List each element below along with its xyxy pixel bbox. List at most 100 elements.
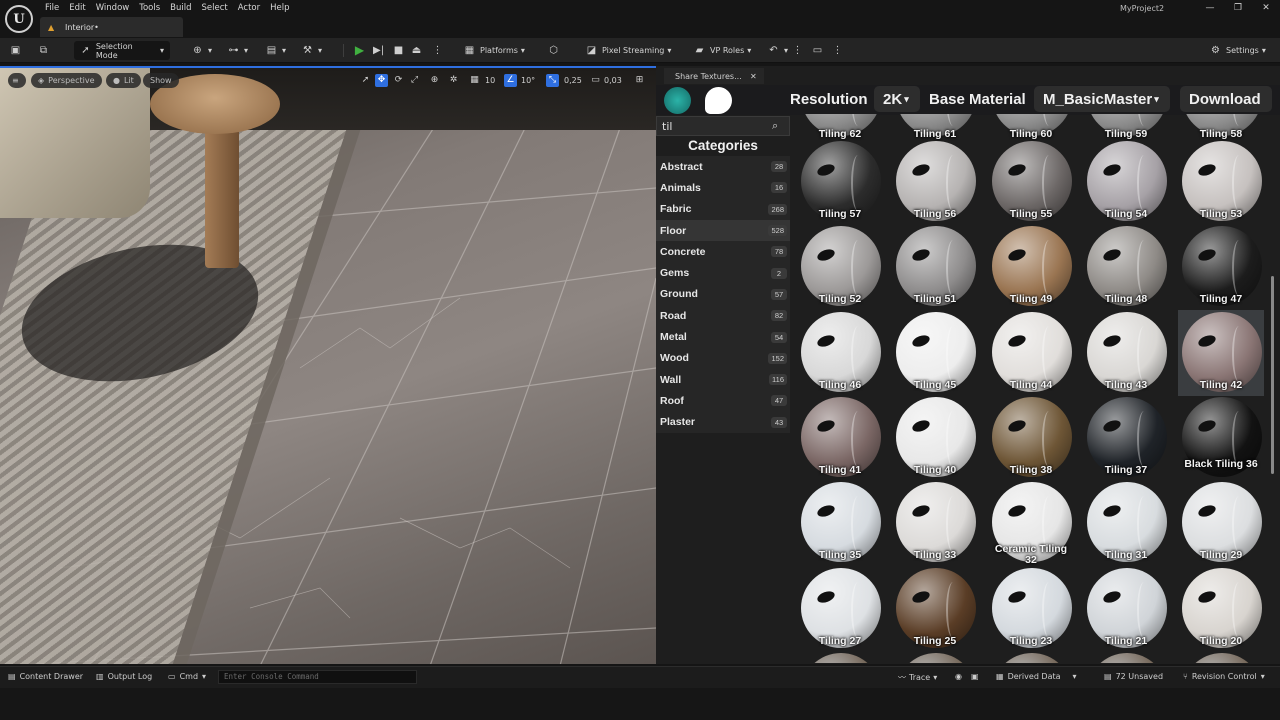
advance-frame-icon[interactable]: ▶︎| (373, 41, 389, 60)
scale-tool-icon[interactable]: ⤢ (408, 74, 421, 87)
translate-tool-icon[interactable]: ✥ (375, 74, 388, 87)
close-tab-icon[interactable]: ✕ (750, 72, 757, 81)
save-icon[interactable]: ▣ (10, 41, 26, 60)
add-actor-icon[interactable]: ⊕ ▾ (192, 41, 212, 60)
material-tile[interactable]: Tiling 48 (1083, 224, 1169, 310)
category-item[interactable]: Abstract 28 (656, 156, 790, 178)
material-tile[interactable]: Tiling 31 (1083, 480, 1169, 566)
category-item[interactable]: Wall 116 (656, 368, 790, 391)
menu-build[interactable]: Build (165, 0, 196, 16)
material-tile[interactable]: Tiling 37 (1083, 395, 1169, 481)
material-tile[interactable]: Tiling 33 (892, 480, 978, 566)
material-tile[interactable]: Tiling 41 (797, 395, 883, 481)
camera-speed-icon[interactable]: ▭ (589, 74, 602, 87)
world-space-icon[interactable]: ⊕ (428, 74, 441, 87)
lit-button[interactable]: ● Lit (106, 73, 141, 88)
record-icon[interactable]: ◉ (955, 672, 962, 681)
pixel-streaming-dropdown[interactable]: ◪ Pixel Streaming ▾ (580, 41, 677, 60)
eject-icon[interactable]: ⏏ (411, 41, 427, 60)
menu-help[interactable]: Help (265, 0, 294, 16)
cinematic-icon[interactable]: ▭ (812, 41, 828, 60)
category-item[interactable]: Ground 57 (656, 283, 790, 306)
material-tile[interactable]: Tiling 55 (988, 139, 1074, 225)
play-button[interactable]: ▶ (354, 41, 370, 60)
content-browse-icon[interactable]: ⧉ (38, 41, 54, 60)
grid-scrollbar[interactable] (1271, 276, 1274, 474)
show-button[interactable]: Show (143, 73, 179, 88)
category-item[interactable]: Floor 528 (656, 219, 790, 242)
source-control-icon[interactable]: ⬡ (548, 41, 564, 60)
menu-tools[interactable]: Tools (134, 0, 165, 16)
material-tile[interactable]: Tiling 23 (988, 566, 1074, 652)
scale-snap-icon[interactable]: ⤡ (546, 74, 559, 87)
select-tool-icon[interactable]: ➚ (359, 74, 372, 87)
material-tile[interactable]: Tiling 53 (1178, 139, 1264, 225)
grid-snap-value[interactable]: 10 (485, 74, 495, 87)
category-item[interactable]: Fabric 268 (656, 198, 790, 220)
rotate-tool-icon[interactable]: ⟳ (392, 74, 405, 87)
material-preview-sphere[interactable] (896, 652, 976, 663)
category-item[interactable]: Road 82 (656, 305, 790, 327)
material-tile[interactable]: Tiling 51 (892, 224, 978, 310)
category-item[interactable]: Concrete 78 (656, 241, 790, 263)
minimize-button[interactable]: — (1200, 2, 1220, 14)
material-tile[interactable]: Tiling 35 (797, 480, 883, 566)
material-tile[interactable]: Tiling 61 (892, 114, 978, 140)
output-log-button[interactable]: ▥ Output Log (96, 672, 152, 681)
surface-snap-icon[interactable]: ✲ (447, 74, 460, 87)
cinematics-icon[interactable]: ▤ ▾ (266, 41, 286, 60)
cmd-dropdown[interactable]: ▭ Cmd ▾ (168, 672, 206, 681)
menu-file[interactable]: File (40, 0, 64, 16)
material-tile[interactable]: Tiling 45 (892, 310, 978, 396)
material-tile[interactable]: Tiling 38 (988, 395, 1074, 481)
search-icon[interactable]: ⌕ (772, 119, 778, 133)
layout-icon[interactable]: ⊞ (633, 74, 646, 87)
sharetextures-logo-icon[interactable] (664, 87, 691, 114)
material-tile[interactable]: Tiling 44 (988, 310, 1074, 396)
search-input[interactable]: til (656, 116, 790, 136)
level-tab[interactable]: ▲ Interior• (40, 17, 183, 37)
scale-snap-value[interactable]: 0,25 (564, 74, 582, 87)
content-drawer-button[interactable]: ▤ Content Drawer (8, 672, 83, 681)
menu-select[interactable]: Select (197, 0, 233, 16)
camera-speed-value[interactable]: 0,03 (604, 74, 622, 87)
blueprint-icon[interactable]: ⊶ ▾ (228, 41, 249, 60)
material-preview-sphere[interactable] (1087, 652, 1167, 663)
more-options-icon[interactable]: ⋮ (792, 41, 808, 60)
rotation-snap-value[interactable]: 10° (521, 74, 535, 87)
more-options-icon-2[interactable]: ⋮ (832, 41, 848, 60)
material-tile[interactable]: Tiling 49 (988, 224, 1074, 310)
trace-dropdown[interactable]: 〰 Trace ▾ (898, 672, 937, 683)
platforms-dropdown[interactable]: ▦ Platforms ▾ (458, 41, 531, 60)
material-tile[interactable]: Tiling 59 (1083, 114, 1169, 140)
category-item[interactable]: Animals 16 (656, 177, 790, 199)
material-tile[interactable]: Tiling 57 (797, 139, 883, 225)
revision-control-dropdown[interactable]: ⑂ Revision Control ▾ (1183, 672, 1265, 681)
perspective-button[interactable]: ◈ Perspective (31, 73, 102, 88)
category-item[interactable]: Roof 47 (656, 390, 790, 412)
screenshot-icon[interactable]: ▣ (971, 672, 979, 681)
menu-edit[interactable]: Edit (64, 0, 90, 16)
selection-mode-dropdown[interactable]: ➚ Selection Mode ▾ (74, 41, 170, 60)
rotation-snap-icon[interactable]: ∠ (504, 74, 517, 87)
unreal-logo-icon[interactable]: U (5, 5, 33, 33)
modes-icon[interactable]: ⚒ ▾ (302, 41, 322, 60)
grid-snap-icon[interactable]: ▦ (468, 74, 481, 87)
material-tile[interactable]: Tiling 21 (1083, 566, 1169, 652)
material-tile[interactable]: Tiling 27 (797, 566, 883, 652)
close-window-button[interactable]: ✕ (1256, 2, 1276, 14)
download-button[interactable]: Download (1180, 86, 1272, 112)
material-tile[interactable]: Tiling 54 (1083, 139, 1169, 225)
material-tile[interactable]: Black Tiling 36 (1178, 395, 1264, 481)
menu-actor[interactable]: Actor (233, 0, 265, 16)
material-tile[interactable]: Tiling 40 (892, 395, 978, 481)
material-preview-sphere[interactable] (992, 652, 1072, 663)
stop-icon[interactable]: ■ (393, 41, 409, 60)
category-item[interactable]: Plaster 43 (656, 411, 790, 433)
material-tile[interactable]: Tiling 56 (892, 139, 978, 225)
material-tile[interactable]: Tiling 46 (797, 310, 883, 396)
material-preview-sphere[interactable] (801, 652, 881, 663)
material-tile[interactable]: Tiling 52 (797, 224, 883, 310)
level-viewport[interactable]: ≡ ◈ Perspective ● Lit Show ➚ ✥ ⟳ ⤢ ⊕ ✲ ▦… (0, 66, 656, 664)
material-tile[interactable]: Tiling 58 (1178, 114, 1264, 140)
